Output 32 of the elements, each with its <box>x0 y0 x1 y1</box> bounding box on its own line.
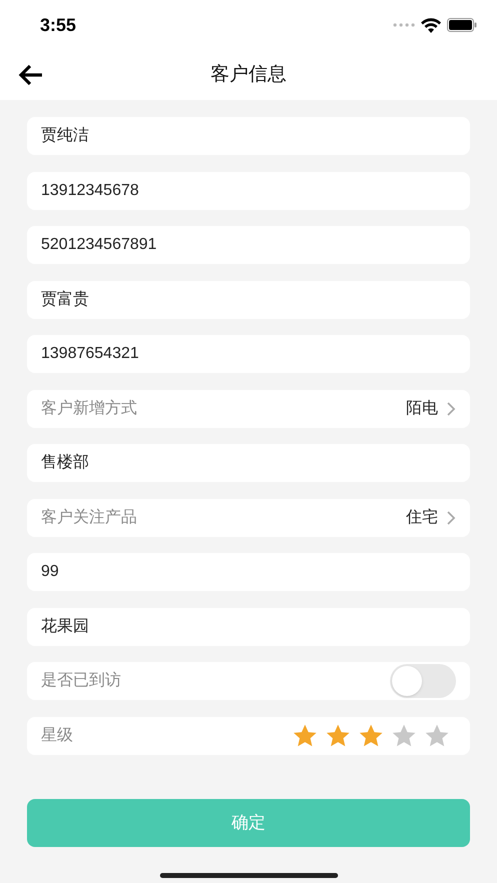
page-title: 客户信息 <box>210 62 286 87</box>
toggle-switch[interactable] <box>390 664 456 698</box>
field-label: 星级 <box>41 726 73 746</box>
star-icon[interactable] <box>325 722 351 748</box>
back-button[interactable] <box>18 64 44 86</box>
field-label: 客户新增方式 <box>41 398 137 418</box>
text-field[interactable]: 花果园 <box>27 608 470 646</box>
select-field[interactable]: 客户关注产品 住宅 <box>27 498 470 536</box>
chevron-right-icon <box>446 400 456 416</box>
text-field[interactable]: 13912345678 <box>27 172 470 210</box>
select-field[interactable]: 客户新增方式 陌电 <box>27 390 470 428</box>
field-label: 是否已到访 <box>41 670 121 691</box>
star-icon[interactable] <box>391 722 417 748</box>
signal-icon <box>393 23 415 27</box>
field-value: 住宅 <box>406 508 438 528</box>
status-time: 3:55 <box>40 14 76 36</box>
chevron-right-icon <box>446 510 456 526</box>
text-field[interactable]: 贾纯洁 <box>27 117 470 155</box>
field-value: 陌电 <box>406 398 438 418</box>
text-field[interactable]: 99 <box>27 553 470 591</box>
field-label: 客户关注产品 <box>41 508 137 528</box>
star-icon[interactable] <box>358 722 384 748</box>
text-field[interactable]: 13987654321 <box>27 335 470 373</box>
battery-icon <box>447 18 477 32</box>
back-arrow-icon <box>18 64 44 86</box>
star-icon[interactable] <box>292 722 318 748</box>
text-field[interactable]: 售楼部 <box>27 444 470 482</box>
text-field[interactable]: 贾富贵 <box>27 280 470 318</box>
text-field[interactable]: 5201234567891 <box>27 226 470 264</box>
wifi-icon <box>421 18 441 32</box>
star-icon[interactable] <box>424 722 450 748</box>
star-rating[interactable] <box>292 722 450 748</box>
